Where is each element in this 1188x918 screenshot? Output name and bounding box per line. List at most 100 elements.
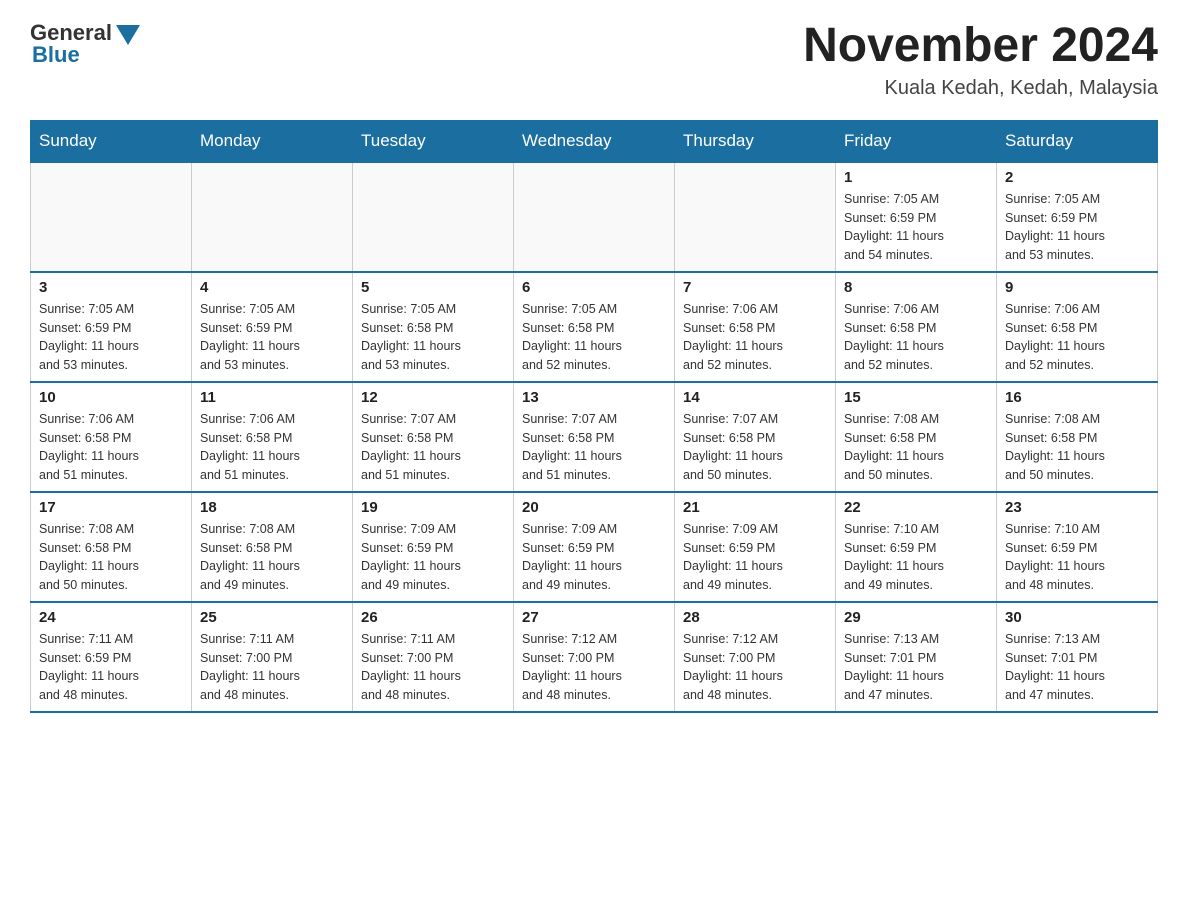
day-number: 26 bbox=[361, 609, 505, 626]
calendar-day-cell: 4 Sunrise: 7:05 AM Sunset: 6:59 PM Daylig… bbox=[192, 272, 353, 382]
day-sun-info: Sunrise: 7:05 AM Sunset: 6:59 PM Dayligh… bbox=[39, 300, 183, 375]
calendar-day-cell: 12Sunrise: 7:07 AM Sunset: 6:58 PM Dayli… bbox=[353, 382, 514, 492]
day-number: 19 bbox=[361, 499, 505, 516]
day-number: 25 bbox=[200, 609, 344, 626]
day-sun-info: Sunrise: 7:05 AM Sunset: 6:59 PM Dayligh… bbox=[844, 190, 988, 265]
calendar-day-cell: 23 Sunrise: 7:10 AM Sunset: 6:59 PM Dayli… bbox=[997, 492, 1158, 602]
calendar-day-cell: 24 Sunrise: 7:11 AM Sunset: 6:59 PM Dayli… bbox=[31, 602, 192, 712]
day-sun-info: Sunrise: 7:11 AM Sunset: 7:00 PM Dayligh… bbox=[200, 630, 344, 705]
calendar-day-cell: 10 Sunrise: 7:06 AM Sunset: 6:58 PM Dayli… bbox=[31, 382, 192, 492]
calendar-header-row: SundayMondayTuesdayWednesdayThursdayFrid… bbox=[31, 120, 1158, 162]
day-number: 22 bbox=[844, 499, 988, 516]
month-title: November 2024 bbox=[803, 20, 1158, 73]
calendar-day-cell: 18 Sunrise: 7:08 AM Sunset: 6:58 PM Dayli… bbox=[192, 492, 353, 602]
day-sun-info: Sunrise: 7:09 AM Sunset: 6:59 PM Dayligh… bbox=[522, 520, 666, 595]
day-number: 7 bbox=[683, 279, 827, 296]
page-header: General Blue November 2024 Kuala Kedah, … bbox=[30, 20, 1158, 100]
calendar-day-cell: 17 Sunrise: 7:08 AM Sunset: 6:58 PM Dayli… bbox=[31, 492, 192, 602]
logo: General Blue bbox=[30, 20, 140, 68]
calendar-day-cell bbox=[675, 162, 836, 272]
day-sun-info: Sunrise: 7:08 AM Sunset: 6:58 PM Dayligh… bbox=[39, 520, 183, 595]
day-number: 29 bbox=[844, 609, 988, 626]
calendar-day-cell: 9 Sunrise: 7:06 AM Sunset: 6:58 PM Daylig… bbox=[997, 272, 1158, 382]
day-sun-info: Sunrise: 7:05 AM Sunset: 6:58 PM Dayligh… bbox=[361, 300, 505, 375]
day-sun-info: Sunrise: 7:11 AM Sunset: 6:59 PM Dayligh… bbox=[39, 630, 183, 705]
day-sun-info: Sunrise: 7:10 AM Sunset: 6:59 PM Dayligh… bbox=[844, 520, 988, 595]
day-sun-info: Sunrise: 7:05 AM Sunset: 6:59 PM Dayligh… bbox=[200, 300, 344, 375]
day-number: 16 bbox=[1005, 389, 1149, 406]
calendar-day-cell: 25 Sunrise: 7:11 AM Sunset: 7:00 PM Dayli… bbox=[192, 602, 353, 712]
day-number: 14 bbox=[683, 389, 827, 406]
calendar-day-cell: 6Sunrise: 7:05 AM Sunset: 6:58 PM Daylig… bbox=[514, 272, 675, 382]
calendar-day-cell: 15 Sunrise: 7:08 AM Sunset: 6:58 PM Dayli… bbox=[836, 382, 997, 492]
day-number: 6 bbox=[522, 279, 666, 296]
calendar-week-row: 10 Sunrise: 7:06 AM Sunset: 6:58 PM Dayli… bbox=[31, 382, 1158, 492]
day-number: 28 bbox=[683, 609, 827, 626]
calendar-day-cell bbox=[353, 162, 514, 272]
day-sun-info: Sunrise: 7:08 AM Sunset: 6:58 PM Dayligh… bbox=[844, 410, 988, 485]
day-sun-info: Sunrise: 7:13 AM Sunset: 7:01 PM Dayligh… bbox=[1005, 630, 1149, 705]
day-sun-info: Sunrise: 7:09 AM Sunset: 6:59 PM Dayligh… bbox=[683, 520, 827, 595]
day-number: 23 bbox=[1005, 499, 1149, 516]
calendar-day-cell: 26 Sunrise: 7:11 AM Sunset: 7:00 PM Dayli… bbox=[353, 602, 514, 712]
day-number: 21 bbox=[683, 499, 827, 516]
day-number: 24 bbox=[39, 609, 183, 626]
calendar-day-cell: 1Sunrise: 7:05 AM Sunset: 6:59 PM Daylig… bbox=[836, 162, 997, 272]
calendar-day-cell: 3 Sunrise: 7:05 AM Sunset: 6:59 PM Daylig… bbox=[31, 272, 192, 382]
day-sun-info: Sunrise: 7:11 AM Sunset: 7:00 PM Dayligh… bbox=[361, 630, 505, 705]
day-number: 12 bbox=[361, 389, 505, 406]
calendar-day-cell bbox=[192, 162, 353, 272]
calendar-day-cell: 16 Sunrise: 7:08 AM Sunset: 6:58 PM Dayli… bbox=[997, 382, 1158, 492]
day-number: 4 bbox=[200, 279, 344, 296]
calendar-week-row: 24 Sunrise: 7:11 AM Sunset: 6:59 PM Dayli… bbox=[31, 602, 1158, 712]
day-sun-info: Sunrise: 7:12 AM Sunset: 7:00 PM Dayligh… bbox=[522, 630, 666, 705]
day-sun-info: Sunrise: 7:09 AM Sunset: 6:59 PM Dayligh… bbox=[361, 520, 505, 595]
day-number: 2 bbox=[1005, 169, 1149, 186]
logo-blue-text: Blue bbox=[32, 42, 80, 68]
day-sun-info: Sunrise: 7:06 AM Sunset: 6:58 PM Dayligh… bbox=[844, 300, 988, 375]
calendar-day-cell: 5 Sunrise: 7:05 AM Sunset: 6:58 PM Daylig… bbox=[353, 272, 514, 382]
day-number: 13 bbox=[522, 389, 666, 406]
day-number: 10 bbox=[39, 389, 183, 406]
day-number: 9 bbox=[1005, 279, 1149, 296]
day-sun-info: Sunrise: 7:12 AM Sunset: 7:00 PM Dayligh… bbox=[683, 630, 827, 705]
day-of-week-header: Monday bbox=[192, 120, 353, 162]
calendar-day-cell bbox=[31, 162, 192, 272]
day-sun-info: Sunrise: 7:08 AM Sunset: 6:58 PM Dayligh… bbox=[200, 520, 344, 595]
calendar-day-cell: 19 Sunrise: 7:09 AM Sunset: 6:59 PM Dayli… bbox=[353, 492, 514, 602]
day-number: 18 bbox=[200, 499, 344, 516]
day-sun-info: Sunrise: 7:10 AM Sunset: 6:59 PM Dayligh… bbox=[1005, 520, 1149, 595]
day-sun-info: Sunrise: 7:07 AM Sunset: 6:58 PM Dayligh… bbox=[683, 410, 827, 485]
calendar-day-cell: 2 Sunrise: 7:05 AM Sunset: 6:59 PM Daylig… bbox=[997, 162, 1158, 272]
day-sun-info: Sunrise: 7:06 AM Sunset: 6:58 PM Dayligh… bbox=[1005, 300, 1149, 375]
calendar-day-cell: 14 Sunrise: 7:07 AM Sunset: 6:58 PM Dayli… bbox=[675, 382, 836, 492]
day-sun-info: Sunrise: 7:08 AM Sunset: 6:58 PM Dayligh… bbox=[1005, 410, 1149, 485]
day-number: 3 bbox=[39, 279, 183, 296]
calendar-day-cell: 21 Sunrise: 7:09 AM Sunset: 6:59 PM Dayli… bbox=[675, 492, 836, 602]
day-number: 20 bbox=[522, 499, 666, 516]
calendar-day-cell: 29 Sunrise: 7:13 AM Sunset: 7:01 PM Dayli… bbox=[836, 602, 997, 712]
calendar-day-cell: 22 Sunrise: 7:10 AM Sunset: 6:59 PM Dayli… bbox=[836, 492, 997, 602]
day-sun-info: Sunrise: 7:05 AM Sunset: 6:59 PM Dayligh… bbox=[1005, 190, 1149, 265]
day-of-week-header: Thursday bbox=[675, 120, 836, 162]
calendar-week-row: 1Sunrise: 7:05 AM Sunset: 6:59 PM Daylig… bbox=[31, 162, 1158, 272]
calendar-day-cell: 28 Sunrise: 7:12 AM Sunset: 7:00 PM Dayli… bbox=[675, 602, 836, 712]
day-number: 11 bbox=[200, 389, 344, 406]
calendar-day-cell bbox=[514, 162, 675, 272]
title-area: November 2024 Kuala Kedah, Kedah, Malays… bbox=[803, 20, 1158, 100]
calendar-day-cell: 8 Sunrise: 7:06 AM Sunset: 6:58 PM Daylig… bbox=[836, 272, 997, 382]
day-number: 27 bbox=[522, 609, 666, 626]
day-of-week-header: Friday bbox=[836, 120, 997, 162]
day-number: 5 bbox=[361, 279, 505, 296]
calendar-day-cell: 20 Sunrise: 7:09 AM Sunset: 6:59 PM Dayli… bbox=[514, 492, 675, 602]
calendar-day-cell: 30Sunrise: 7:13 AM Sunset: 7:01 PM Dayli… bbox=[997, 602, 1158, 712]
day-sun-info: Sunrise: 7:06 AM Sunset: 6:58 PM Dayligh… bbox=[683, 300, 827, 375]
day-sun-info: Sunrise: 7:06 AM Sunset: 6:58 PM Dayligh… bbox=[200, 410, 344, 485]
day-number: 15 bbox=[844, 389, 988, 406]
day-sun-info: Sunrise: 7:13 AM Sunset: 7:01 PM Dayligh… bbox=[844, 630, 988, 705]
day-number: 8 bbox=[844, 279, 988, 296]
day-sun-info: Sunrise: 7:06 AM Sunset: 6:58 PM Dayligh… bbox=[39, 410, 183, 485]
day-number: 17 bbox=[39, 499, 183, 516]
calendar-day-cell: 7 Sunrise: 7:06 AM Sunset: 6:58 PM Daylig… bbox=[675, 272, 836, 382]
day-of-week-header: Tuesday bbox=[353, 120, 514, 162]
